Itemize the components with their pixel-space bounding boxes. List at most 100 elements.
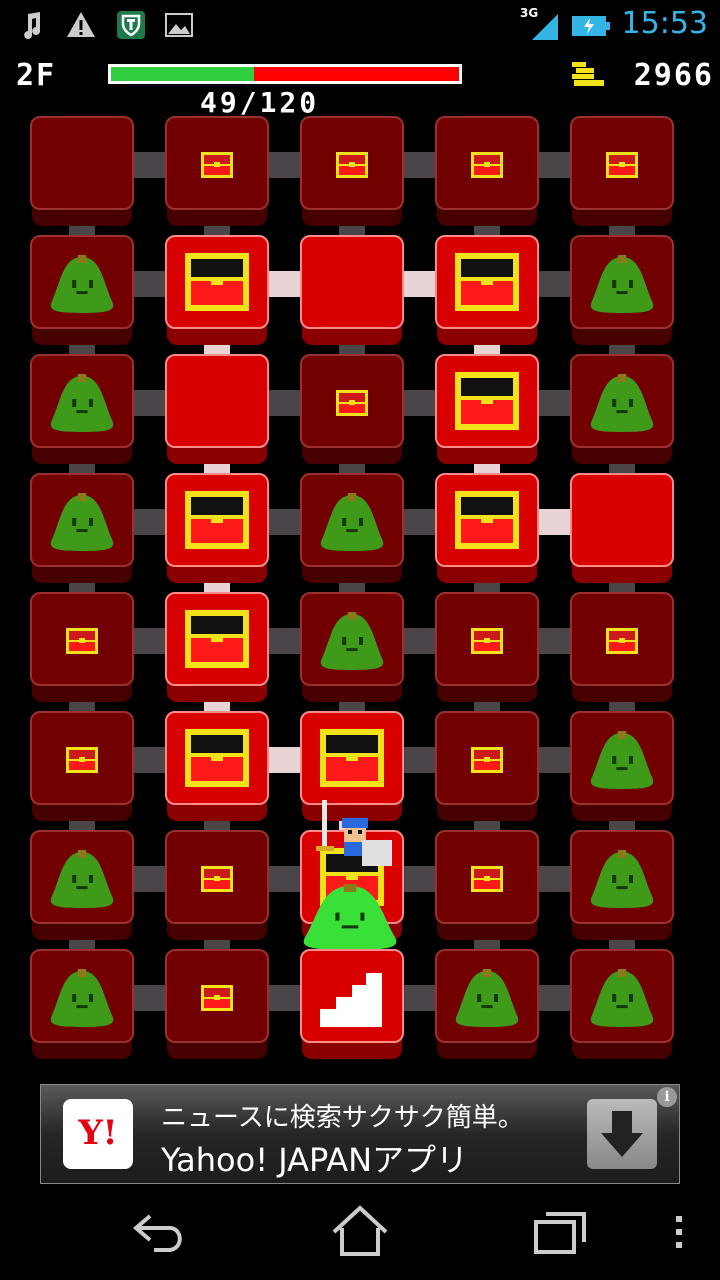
path-connector-horizontal xyxy=(265,390,304,416)
board-tile-slime[interactable] xyxy=(30,473,134,583)
slime-monster-icon xyxy=(590,969,654,1027)
ad-info-icon[interactable]: i xyxy=(657,1087,677,1107)
board-tile-empty[interactable] xyxy=(165,354,269,464)
treasure-chest-icon xyxy=(455,253,519,311)
board-tile-empty[interactable] xyxy=(30,116,134,226)
board-tile-chest[interactable] xyxy=(30,711,134,821)
board-tile-chest[interactable] xyxy=(300,116,404,226)
treasure-chest-icon xyxy=(185,729,249,787)
treasure-chest-icon xyxy=(336,152,368,178)
board-tile-slime[interactable] xyxy=(30,354,134,464)
game-hud: 2F 49/120 2966 xyxy=(0,52,720,119)
slime-monster-icon xyxy=(50,255,114,313)
shield-app-icon xyxy=(117,11,145,39)
board-tile-chest[interactable] xyxy=(435,116,539,226)
download-button[interactable] xyxy=(587,1099,657,1169)
path-connector-horizontal xyxy=(400,152,439,178)
music-note-icon xyxy=(24,12,41,39)
slime-monster-icon xyxy=(50,493,114,551)
board-tile-player[interactable] xyxy=(300,800,404,950)
treasure-chest-icon xyxy=(201,985,233,1011)
board-tile-slime[interactable] xyxy=(570,711,674,821)
treasure-chest-icon xyxy=(455,372,519,430)
treasure-chest-icon xyxy=(185,491,249,549)
treasure-chest-icon xyxy=(455,491,519,549)
treasure-chest-icon xyxy=(185,610,249,668)
board-tile-chest[interactable] xyxy=(570,592,674,702)
board-tile-chest[interactable] xyxy=(30,592,134,702)
path-connector-horizontal xyxy=(400,628,439,654)
treasure-chest-icon xyxy=(185,253,249,311)
ad-title: Yahoo! JAPANアプリ xyxy=(161,1141,469,1179)
board-tile-chest[interactable] xyxy=(435,354,539,464)
path-connector-horizontal xyxy=(400,390,439,416)
path-connector-horizontal xyxy=(535,509,574,535)
board-tile-slime[interactable] xyxy=(30,949,134,1059)
board-tile-empty[interactable] xyxy=(570,473,674,583)
ad-banner[interactable]: Y! ニュースに検索サクサク簡単。 Yahoo! JAPANアプリ i xyxy=(40,1084,680,1184)
ad-headline: ニュースに検索サクサク簡単。 xyxy=(161,1103,524,1133)
board-tile-slime[interactable] xyxy=(435,949,539,1059)
path-connector-horizontal xyxy=(400,509,439,535)
hp-bar-fill xyxy=(111,67,254,81)
path-connector-horizontal xyxy=(130,628,169,654)
path-connector-horizontal xyxy=(535,271,574,297)
path-connector-horizontal xyxy=(130,866,169,892)
navigation-bar xyxy=(0,1184,720,1280)
board-tile-chest[interactable] xyxy=(570,116,674,226)
board-tile-chest[interactable] xyxy=(435,473,539,583)
board-tile-slime[interactable] xyxy=(570,949,674,1059)
home-icon[interactable] xyxy=(328,1202,392,1262)
board-tile-slime[interactable] xyxy=(570,830,674,940)
path-connector-horizontal xyxy=(400,747,439,773)
board-tile-chest[interactable] xyxy=(165,473,269,583)
slime-monster-icon xyxy=(50,374,114,432)
board-tile-chest[interactable] xyxy=(435,592,539,702)
treasure-chest-icon xyxy=(201,866,233,892)
board-tile-chest[interactable] xyxy=(165,235,269,345)
slime-monster-icon xyxy=(320,612,384,670)
path-connector-horizontal xyxy=(130,390,169,416)
tile-face xyxy=(165,354,269,448)
path-connector-horizontal xyxy=(130,747,169,773)
board-tile-chest[interactable] xyxy=(165,711,269,821)
menu-icon[interactable] xyxy=(664,1202,694,1262)
path-connector-horizontal xyxy=(130,985,169,1011)
board-tile-chest[interactable] xyxy=(165,830,269,940)
board-tile-chest[interactable] xyxy=(300,354,404,464)
gold-counter: 2966 xyxy=(633,58,714,93)
board-tile-slime[interactable] xyxy=(300,473,404,583)
board-tile-slime[interactable] xyxy=(570,354,674,464)
board-tile-slime[interactable] xyxy=(30,235,134,345)
path-connector-horizontal xyxy=(400,271,439,297)
path-connector-horizontal xyxy=(265,509,304,535)
slime-monster-icon xyxy=(50,969,114,1027)
floor-indicator: 2F xyxy=(16,58,57,93)
board-tile-chest[interactable] xyxy=(435,830,539,940)
board-tile-slime[interactable] xyxy=(30,830,134,940)
path-connector-horizontal xyxy=(130,152,169,178)
treasure-chest-icon xyxy=(201,152,233,178)
slime-monster-icon xyxy=(455,969,519,1027)
board-tile-chest[interactable] xyxy=(165,592,269,702)
board-tile-stairs[interactable] xyxy=(300,949,404,1059)
board-tile-chest[interactable] xyxy=(435,235,539,345)
signal-icon xyxy=(532,14,558,40)
board-tile-chest[interactable] xyxy=(165,949,269,1059)
treasure-chest-icon xyxy=(471,152,503,178)
path-connector-horizontal xyxy=(535,747,574,773)
recent-apps-icon[interactable] xyxy=(528,1202,592,1262)
back-icon[interactable] xyxy=(128,1202,192,1262)
tile-face xyxy=(30,116,134,210)
board-tile-slime[interactable] xyxy=(570,235,674,345)
board-tile-empty[interactable] xyxy=(300,235,404,345)
board-tile-slime[interactable] xyxy=(300,592,404,702)
board-tile-chest[interactable] xyxy=(435,711,539,821)
path-connector-horizontal xyxy=(400,866,439,892)
board-tile-chest[interactable] xyxy=(165,116,269,226)
path-connector-horizontal xyxy=(265,152,304,178)
treasure-chest-icon xyxy=(606,152,638,178)
treasure-chest-icon xyxy=(471,866,503,892)
yahoo-logo: Y! xyxy=(63,1099,133,1169)
hp-bar xyxy=(108,64,462,84)
